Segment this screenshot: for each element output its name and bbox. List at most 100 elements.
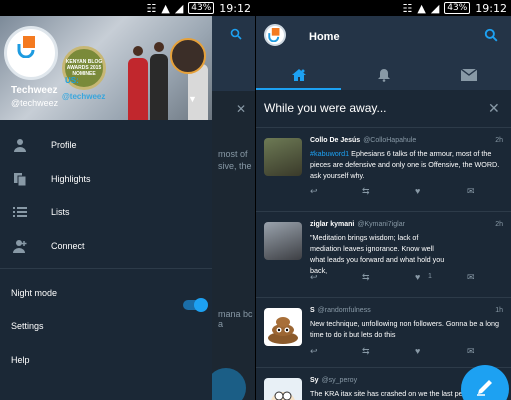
- tweet-avatar[interactable]: [264, 308, 302, 346]
- menu-item-connect[interactable]: Connect: [0, 229, 212, 263]
- account-avatar[interactable]: [264, 24, 286, 46]
- tweet-avatar[interactable]: [264, 138, 302, 176]
- tweet[interactable]: ziglar kymani @Kymani7iglar 2h "Meditatio…: [256, 212, 511, 298]
- close-icon[interactable]: ✕: [488, 100, 500, 117]
- tab-notifications[interactable]: [341, 60, 426, 90]
- menu-item-help[interactable]: Help: [11, 355, 30, 365]
- menu-item-label: Lists: [51, 207, 70, 217]
- background-timeline: ✕ most of sive, the mana bc a: [212, 16, 255, 400]
- tweet-author-name: S: [310, 307, 315, 314]
- screenshot-composite: ☷ ▲ ◢ 43% 19:12 ✕ most of sive, the mana…: [0, 0, 511, 400]
- profile-name: Techweez: [11, 85, 58, 96]
- while-away-title: While you were away...: [264, 101, 387, 115]
- dm-icon[interactable]: ✉: [467, 186, 475, 197]
- menu-divider: [0, 268, 212, 269]
- search-icon[interactable]: [484, 28, 498, 42]
- menu-item-settings[interactable]: Settings: [11, 321, 44, 331]
- menu-item-lists[interactable]: Lists: [0, 195, 212, 229]
- menu-item-label: Highlights: [51, 174, 91, 184]
- vibrate-icon: ☷: [402, 1, 413, 15]
- battery-indicator: 43%: [444, 2, 471, 14]
- banner-person-head: [154, 42, 164, 52]
- reply-icon[interactable]: ↩: [310, 346, 318, 357]
- chevron-down-icon[interactable]: ▼: [188, 94, 197, 104]
- tweet-author: Collo De Jesús @ColloHapahule: [310, 137, 416, 144]
- status-bar: ☷ ▲ ◢ 43% 19:12: [0, 0, 255, 16]
- night-mode-toggle[interactable]: [183, 298, 208, 312]
- tweet-handle: @sy_peroy: [321, 377, 358, 384]
- techweez-logo: [268, 28, 280, 42]
- tweet-author: Sy @sy_peroy: [310, 377, 357, 384]
- timeline-snippet: mana bc a: [218, 309, 253, 329]
- menu-item-profile[interactable]: Profile: [0, 128, 212, 162]
- envelope-icon: [460, 69, 477, 81]
- tweet-author: ziglar kymani @Kymani7iglar: [310, 221, 405, 228]
- poop-emoji-icon: [268, 317, 298, 344]
- profile-banner[interactable]: KENYAN BLOG AWARDS 2015 NOMINEE US: @tec…: [0, 16, 212, 120]
- navigation-drawer: KENYAN BLOG AWARDS 2015 NOMINEE US: @tec…: [0, 16, 212, 400]
- tweet-text: "Meditation brings wisdom; lack of media…: [310, 232, 450, 276]
- tweet-actions: ↩ ⇆ ♥ 1 ✉: [310, 272, 485, 284]
- home-icon: [291, 69, 306, 81]
- tweet-body: New technique, unfollowing non followers…: [310, 319, 499, 339]
- tweet-avatar[interactable]: [264, 222, 302, 260]
- tweet[interactable]: S @randomfulness 1h New technique, unfoll…: [256, 298, 511, 368]
- dm-icon[interactable]: ✉: [467, 272, 475, 283]
- tweet-handle: @ColloHapahule: [363, 137, 417, 144]
- tweet-text: New technique, unfollowing non followers…: [310, 318, 500, 340]
- tweet-actions: ↩ ⇆ ♥ ✉: [310, 186, 485, 198]
- retweet-icon[interactable]: ⇆: [362, 272, 370, 283]
- reply-icon[interactable]: ↩: [310, 272, 318, 283]
- banner-person-head: [133, 46, 143, 56]
- highlights-icon: [14, 173, 27, 186]
- tweet-body: The KRA itax site has crashed on we the …: [310, 389, 477, 398]
- person-icon: [14, 139, 26, 152]
- banner-avatar-illustration: [170, 38, 206, 74]
- home-header: Home: [256, 16, 511, 90]
- compose-icon: [477, 380, 492, 396]
- tweet-avatar[interactable]: [264, 378, 302, 400]
- search-icon: [230, 28, 242, 40]
- hashtag-link[interactable]: #kabuword1: [310, 149, 349, 158]
- timeline-snippet: most of: [218, 149, 248, 159]
- tweet-handle: @Kymani7iglar: [357, 221, 405, 228]
- tab-home[interactable]: [256, 60, 341, 90]
- profile-handle: @techweez: [11, 98, 59, 108]
- tab-messages[interactable]: [426, 60, 511, 90]
- tweet[interactable]: Collo De Jesús @ColloHapahule 2h #kabuwor…: [256, 128, 511, 212]
- page-title: Home: [309, 31, 340, 43]
- dm-icon[interactable]: ✉: [467, 346, 475, 357]
- reply-icon[interactable]: ↩: [310, 186, 318, 197]
- like-count: 1: [428, 273, 432, 280]
- menu-item-label: Profile: [51, 140, 77, 150]
- timeline-snippet: sive, the: [218, 161, 252, 171]
- banner-person: [150, 54, 168, 120]
- tweet-time: 1h: [495, 307, 503, 314]
- tweet-time: 2h: [495, 137, 503, 144]
- menu-item-highlights[interactable]: Highlights: [0, 162, 212, 196]
- tweet-author-name: ziglar kymani: [310, 221, 355, 228]
- like-icon[interactable]: ♥: [415, 272, 420, 282]
- toggle-knob: [194, 298, 208, 312]
- retweet-icon[interactable]: ⇆: [362, 346, 370, 357]
- tweet-body: "Meditation brings wisdom; lack of media…: [310, 233, 445, 275]
- while-away-banner: While you were away... ✕: [256, 90, 511, 128]
- tweet-time: 2h: [495, 221, 503, 228]
- list-icon: [13, 207, 27, 217]
- night-mode-label: Night mode: [11, 288, 58, 298]
- close-icon: ✕: [236, 102, 247, 116]
- tweet-handle: @randomfulness: [317, 307, 371, 314]
- clock: 19:12: [219, 1, 251, 15]
- left-phone-screen: ☷ ▲ ◢ 43% 19:12 ✕ most of sive, the mana…: [0, 0, 255, 400]
- banner-text: US:: [65, 76, 79, 85]
- like-icon[interactable]: ♥: [415, 346, 420, 356]
- right-phone-screen: ☷ ▲ ◢ 43% 19:12 Home While you were away…: [256, 0, 511, 400]
- retweet-icon[interactable]: ⇆: [362, 186, 370, 197]
- like-icon[interactable]: ♥: [415, 186, 420, 196]
- add-person-icon: [13, 240, 27, 253]
- tweet-author: S @randomfulness: [310, 307, 371, 314]
- wifi-icon: ▲: [161, 1, 170, 15]
- background-header: [212, 16, 255, 91]
- signal-icon: ◢: [430, 1, 440, 15]
- banner-handle-text: @techweez: [62, 92, 106, 101]
